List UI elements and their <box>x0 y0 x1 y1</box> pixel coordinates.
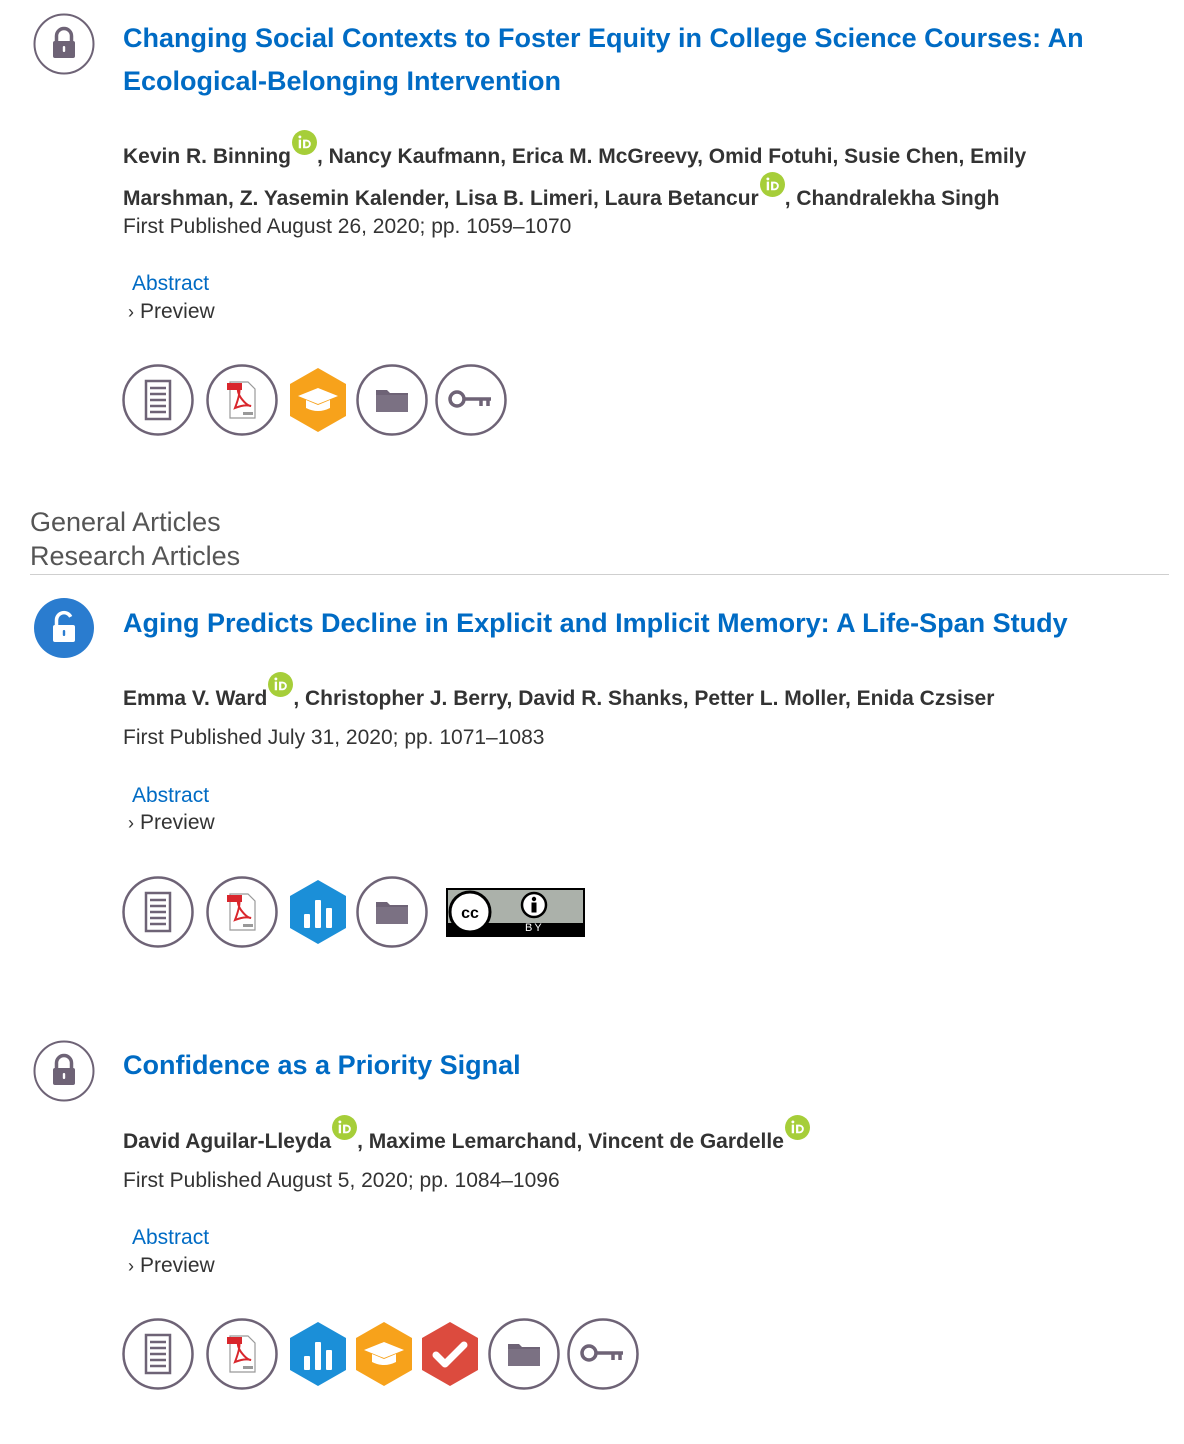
open-data-badge-icon[interactable] <box>282 876 354 948</box>
author-link[interactable]: Emma V. Ward <box>123 687 267 710</box>
license-label: BY <box>525 922 544 934</box>
abstract-link[interactable]: Abstract <box>132 783 209 809</box>
chevron-right-icon: › <box>128 302 134 322</box>
open-materials-badge-icon[interactable] <box>348 1318 420 1390</box>
orcid-icon[interactable] <box>332 1115 357 1140</box>
publication-info: First Published July 31, 2020; pp. 1071–… <box>123 726 545 749</box>
divider <box>30 574 1169 575</box>
article-title[interactable]: Aging Predicts Decline in Explicit and I… <box>123 602 1153 645</box>
lock-icon <box>33 13 95 75</box>
author-list: Kevin R. Binning, Nancy Kaufmann, Erica … <box>123 130 1123 214</box>
author-link[interactable]: David Aguilar-Lleyda <box>123 1130 331 1153</box>
article-title[interactable]: Confidence as a Priority Signal <box>123 1044 1153 1087</box>
author-link[interactable]: David R. Shanks <box>518 687 683 710</box>
subsection-heading: Research Articles <box>30 541 241 571</box>
author-link[interactable]: Kevin R. Binning <box>123 145 291 168</box>
supplementary-folder-icon[interactable] <box>356 364 428 436</box>
author-link[interactable]: Erica M. McGreevy <box>512 145 697 168</box>
svg-text:cc: cc <box>461 905 479 922</box>
pdf-icon[interactable] <box>206 1318 278 1390</box>
preview-label: Preview <box>140 300 215 323</box>
section-heading: General Articles <box>30 507 221 537</box>
author-list: David Aguilar-Lleyda, Maxime Lemarchand,… <box>123 1115 1123 1157</box>
preview-label: Preview <box>140 1254 215 1277</box>
supplementary-folder-icon[interactable] <box>356 876 428 948</box>
author-list: Emma V. Ward, Christopher J. Berry, Davi… <box>123 672 1123 714</box>
author-link[interactable]: Chandralekha Singh <box>796 187 999 210</box>
access-key-icon[interactable] <box>435 364 507 436</box>
section-headings: General Articles Research Articles <box>30 505 240 573</box>
author-link[interactable]: Enida Czsiser <box>857 687 995 710</box>
author-link[interactable]: Lisa B. Limeri <box>455 187 593 210</box>
preregistered-badge-icon[interactable] <box>414 1318 486 1390</box>
author-link[interactable]: Susie Chen <box>844 145 958 168</box>
author-link[interactable]: Omid Fotuhi <box>709 145 833 168</box>
orcid-icon[interactable] <box>760 172 785 197</box>
lock-icon <box>33 1040 95 1102</box>
author-link[interactable]: Maxime Lemarchand <box>369 1130 577 1153</box>
supplementary-folder-icon[interactable] <box>488 1318 560 1390</box>
author-link[interactable]: Nancy Kaufmann <box>329 145 501 168</box>
abstract-link[interactable]: Abstract <box>132 271 209 297</box>
publication-info: First Published August 26, 2020; pp. 105… <box>123 215 572 238</box>
article-title[interactable]: Changing Social Contexts to Foster Equit… <box>123 17 1153 103</box>
author-link[interactable]: Z. Yasemin Kalender <box>240 187 444 210</box>
full-text-icon[interactable] <box>122 364 194 436</box>
orcid-icon[interactable] <box>785 1115 810 1140</box>
chevron-right-icon: › <box>128 813 134 833</box>
preview-label: Preview <box>140 811 215 834</box>
full-text-icon[interactable] <box>122 876 194 948</box>
preview-toggle[interactable]: › Preview <box>128 810 215 836</box>
cc-by-license-icon[interactable]: cc BY <box>446 888 585 937</box>
open-access-lock-icon <box>33 597 95 659</box>
orcid-icon[interactable] <box>292 130 317 155</box>
publication-info: First Published August 5, 2020; pp. 1084… <box>123 1169 560 1192</box>
pdf-icon[interactable] <box>206 876 278 948</box>
abstract-link[interactable]: Abstract <box>132 1225 209 1251</box>
access-key-icon[interactable] <box>567 1318 639 1390</box>
orcid-icon[interactable] <box>268 672 293 697</box>
open-data-badge-icon[interactable] <box>282 1318 354 1390</box>
author-link[interactable]: Petter L. Moller <box>694 687 845 710</box>
author-link[interactable]: Christopher J. Berry <box>305 687 507 710</box>
author-link[interactable]: Vincent de Gardelle <box>588 1130 784 1153</box>
full-text-icon[interactable] <box>122 1318 194 1390</box>
chevron-right-icon: › <box>128 1256 134 1276</box>
author-link[interactable]: Laura Betancur <box>605 187 759 210</box>
open-materials-badge-icon[interactable] <box>282 364 354 436</box>
preview-toggle[interactable]: › Preview <box>128 1253 215 1279</box>
pdf-icon[interactable] <box>206 364 278 436</box>
preview-toggle[interactable]: › Preview <box>128 299 215 325</box>
